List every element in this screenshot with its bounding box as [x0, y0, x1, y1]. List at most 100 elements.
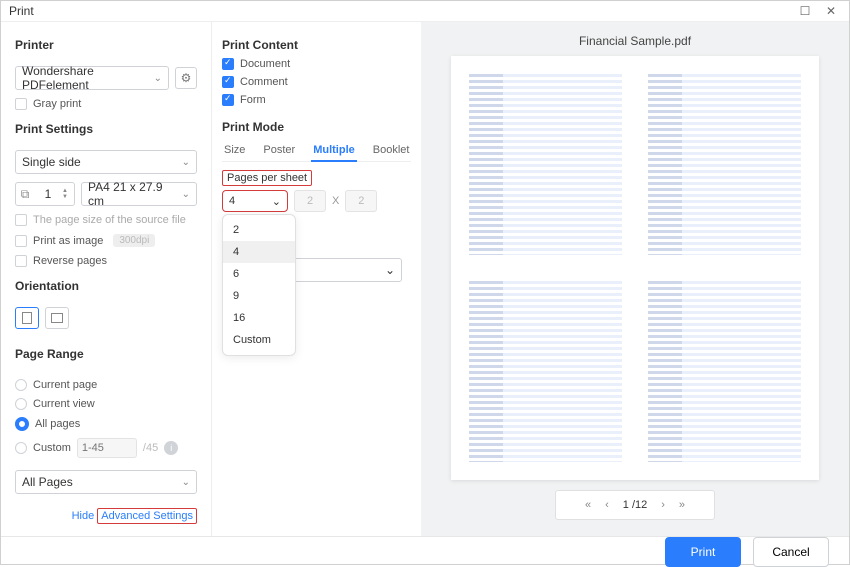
pager-first-icon[interactable]: «	[585, 499, 591, 511]
checkbox-checked-icon	[222, 94, 234, 106]
chevron-down-icon: ⌄	[182, 157, 190, 168]
dialog-footer: Print Cancel	[1, 536, 849, 567]
pps-option[interactable]: 6	[223, 263, 295, 285]
radio-checked-icon	[15, 417, 29, 431]
hide-link[interactable]: Hide	[72, 510, 95, 522]
chevron-down-icon: ⌄	[154, 73, 162, 84]
reverse-pages-checkbox[interactable]: Reverse pages	[15, 255, 197, 267]
checkbox-checked-icon	[222, 58, 234, 70]
close-icon[interactable]: ✕	[821, 1, 841, 21]
dpi-pill: 300dpi	[113, 234, 155, 247]
radio-empty-icon	[15, 442, 27, 454]
printer-heading: Printer	[15, 38, 197, 52]
preview-mini-page	[469, 74, 622, 255]
radio-empty-icon	[15, 379, 27, 391]
copies-stepper[interactable]: ⧉ 1 ▲▼	[15, 182, 75, 206]
checkbox-empty-icon	[15, 214, 27, 226]
pages-per-sheet-label: Pages per sheet	[222, 170, 312, 186]
pps-option[interactable]: Custom	[223, 329, 295, 351]
range-current-page-label: Current page	[33, 379, 97, 391]
gear-icon: ⚙	[181, 71, 192, 85]
preview-mini-page	[648, 74, 801, 255]
portrait-icon	[22, 312, 32, 324]
grid-cols-input: 2	[294, 190, 326, 212]
checkbox-empty-icon	[15, 255, 27, 267]
printer-properties-button[interactable]: ⚙	[175, 67, 197, 89]
pps-option[interactable]: 2	[223, 219, 295, 241]
checkbox-empty-icon	[15, 235, 27, 247]
pager-next-icon[interactable]: ›	[661, 499, 665, 511]
content-form-label: Form	[240, 94, 266, 106]
range-current-view-label: Current view	[33, 398, 95, 410]
range-current-page[interactable]: Current page	[15, 379, 197, 391]
pager-prev-icon[interactable]: ‹	[605, 499, 609, 511]
pps-dropdown[interactable]: 2 4 6 9 16 Custom	[222, 214, 296, 356]
maximize-icon[interactable]: ☐	[795, 1, 815, 21]
printer-selected-label: Wondershare PDFelement	[22, 64, 154, 92]
tab-booklet[interactable]: Booklet	[371, 140, 412, 161]
pps-option[interactable]: 16	[223, 307, 295, 329]
reverse-pages-label: Reverse pages	[33, 255, 107, 267]
preview-pager: « ‹ 1 /12 › »	[555, 490, 715, 520]
tab-multiple[interactable]: Multiple	[311, 140, 357, 162]
gray-print-label: Gray print	[33, 98, 81, 110]
landscape-icon	[51, 313, 63, 323]
range-custom[interactable]: Custom /45 i	[15, 438, 197, 458]
tab-size[interactable]: Size	[222, 140, 247, 161]
pps-value: 4	[229, 195, 235, 207]
orientation-landscape-button[interactable]	[45, 307, 69, 329]
print-settings-heading: Print Settings	[15, 122, 197, 136]
chevron-down-icon: ⌄	[182, 189, 190, 200]
tab-poster[interactable]: Poster	[261, 140, 297, 161]
print-as-image-checkbox[interactable]: Print as image 300dpi	[15, 234, 197, 247]
copies-value: 1	[34, 187, 62, 201]
pager-last-icon[interactable]: »	[679, 499, 685, 511]
range-all-pages-label: All pages	[35, 418, 80, 430]
page-range-heading: Page Range	[15, 347, 197, 361]
cancel-button[interactable]: Cancel	[753, 537, 829, 567]
preview-column: Financial Sample.pdf « ‹ 1 /12 › »	[421, 22, 849, 536]
sides-selected-label: Single side	[22, 155, 81, 169]
grid-rows-input: 2	[345, 190, 377, 212]
page-size-select[interactable]: PA4 21 x 27.9 cm ⌄	[81, 182, 197, 206]
subset-select[interactable]: All Pages ⌄	[15, 470, 197, 494]
orientation-portrait-button[interactable]	[15, 307, 39, 329]
content-document-checkbox[interactable]: Document	[222, 58, 411, 70]
range-total: /45	[143, 442, 158, 454]
chevron-down-icon: ⌄	[385, 263, 395, 277]
subset-label: All Pages	[22, 475, 73, 489]
mode-tabs: Size Poster Multiple Booklet	[222, 140, 411, 162]
sides-select[interactable]: Single side ⌄	[15, 150, 197, 174]
advanced-settings-link[interactable]: Advanced Settings	[101, 510, 193, 522]
gray-print-checkbox[interactable]: Gray print	[15, 98, 197, 110]
orientation-heading: Orientation	[15, 279, 197, 293]
print-as-image-label: Print as image	[33, 235, 103, 247]
pps-option[interactable]: 9	[223, 285, 295, 307]
pages-per-sheet-select[interactable]: 4 ⌄	[222, 190, 288, 212]
content-comment-checkbox[interactable]: Comment	[222, 76, 411, 88]
preview-mini-page	[648, 281, 801, 462]
left-column: Printer Wondershare PDFelement ⌄ ⚙ Gray …	[1, 22, 211, 536]
range-all-pages[interactable]: All pages	[15, 417, 197, 431]
print-mode-heading: Print Mode	[222, 120, 411, 134]
spinner-icon[interactable]: ▲▼	[62, 188, 74, 200]
printer-select[interactable]: Wondershare PDFelement ⌄	[15, 66, 169, 90]
info-icon[interactable]: i	[164, 441, 178, 455]
checkbox-checked-icon	[222, 76, 234, 88]
radio-empty-icon	[15, 398, 27, 410]
preview-mini-page	[469, 281, 622, 462]
print-dialog: Print ☐ ✕ Printer Wondershare PDFelement…	[0, 0, 850, 565]
print-content-heading: Print Content	[222, 38, 411, 52]
preview-filename: Financial Sample.pdf	[579, 34, 691, 48]
print-button[interactable]: Print	[665, 537, 741, 567]
pps-option[interactable]: 4	[223, 241, 295, 263]
dialog-body: Printer Wondershare PDFelement ⌄ ⚙ Gray …	[1, 22, 849, 536]
advanced-row: Hide Advanced Settings	[15, 508, 197, 524]
range-current-view[interactable]: Current view	[15, 398, 197, 410]
content-document-label: Document	[240, 58, 290, 70]
copies-icon: ⧉	[16, 187, 34, 202]
chevron-down-icon: ⌄	[182, 477, 190, 488]
x-symbol: X	[332, 195, 339, 207]
range-custom-input[interactable]	[77, 438, 137, 458]
content-form-checkbox[interactable]: Form	[222, 94, 411, 106]
